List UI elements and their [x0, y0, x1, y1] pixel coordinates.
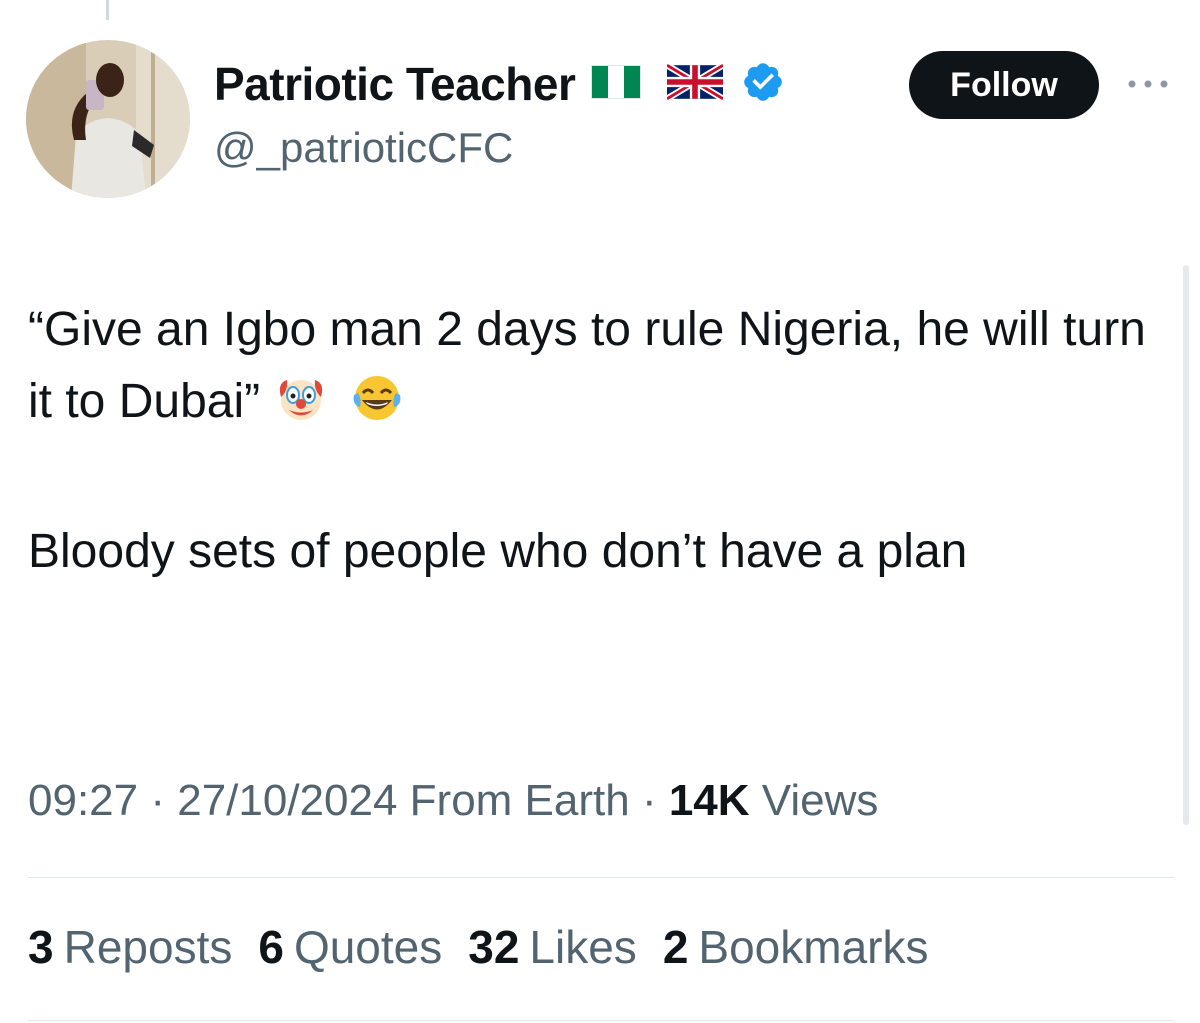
- reposts-count: 3: [28, 921, 54, 973]
- avatar[interactable]: [26, 40, 190, 198]
- quotes-stat[interactable]: 6 Quotes: [258, 920, 442, 974]
- views-count: 14K: [668, 776, 750, 825]
- tweet-quote-text: “Give an Igbo man 2 days to rule Nigeria…: [28, 303, 1146, 428]
- likes-count: 32: [468, 921, 520, 973]
- bookmarks-stat[interactable]: 2 Bookmarks: [663, 920, 929, 974]
- bookmarks-count: 2: [662, 921, 689, 973]
- tweet-meta: 09:27 · 27/10/2024 From Earth · 14K View…: [28, 776, 878, 826]
- views-label: Views: [749, 776, 879, 825]
- more-options-icon[interactable]: [1124, 72, 1172, 96]
- author-handle[interactable]: @_patrioticCFC: [214, 124, 513, 172]
- tweet-text: “Give an Igbo man 2 days to rule Nigeria…: [28, 294, 1168, 588]
- divider: [28, 877, 1174, 878]
- bookmarks-label: Bookmarks: [698, 921, 929, 973]
- engagement-stats: 3 Reposts 6 Quotes 32 Likes 2 Bookmarks: [28, 920, 954, 974]
- tears-of-joy-emoji-icon: [350, 371, 404, 446]
- quotes-label: Quotes: [293, 921, 443, 973]
- verified-badge-icon[interactable]: [741, 60, 785, 109]
- likes-label: Likes: [529, 921, 637, 973]
- scrollbar[interactable]: [1183, 265, 1189, 825]
- follow-button[interactable]: Follow: [909, 51, 1099, 119]
- author-name-row: Patriotic Teacher: [214, 54, 785, 114]
- clown-face-emoji-icon: [274, 371, 328, 446]
- avatar-photo: [26, 40, 190, 198]
- tweet-time[interactable]: 09:27: [28, 776, 138, 825]
- tweet-paragraph-1: “Give an Igbo man 2 days to rule Nigeria…: [28, 294, 1168, 446]
- nigeria-flag-icon: [591, 64, 642, 104]
- thread-connector-line: [106, 0, 109, 20]
- tweet-date[interactable]: 27/10/2024: [177, 776, 397, 825]
- tweet-location: From Earth: [397, 776, 630, 825]
- reposts-label: Reposts: [63, 921, 233, 973]
- meta-separator: ·: [629, 776, 669, 825]
- uk-flag-icon: [665, 61, 726, 105]
- reposts-stat[interactable]: 3 Reposts: [28, 920, 232, 974]
- tweet-paragraph-2: Bloody sets of people who don’t have a p…: [28, 525, 968, 578]
- meta-separator: ·: [138, 776, 178, 825]
- quotes-count: 6: [258, 921, 284, 973]
- divider: [28, 1020, 1174, 1021]
- author-display-name[interactable]: Patriotic Teacher: [214, 57, 576, 111]
- likes-stat[interactable]: 32 Likes: [468, 920, 637, 974]
